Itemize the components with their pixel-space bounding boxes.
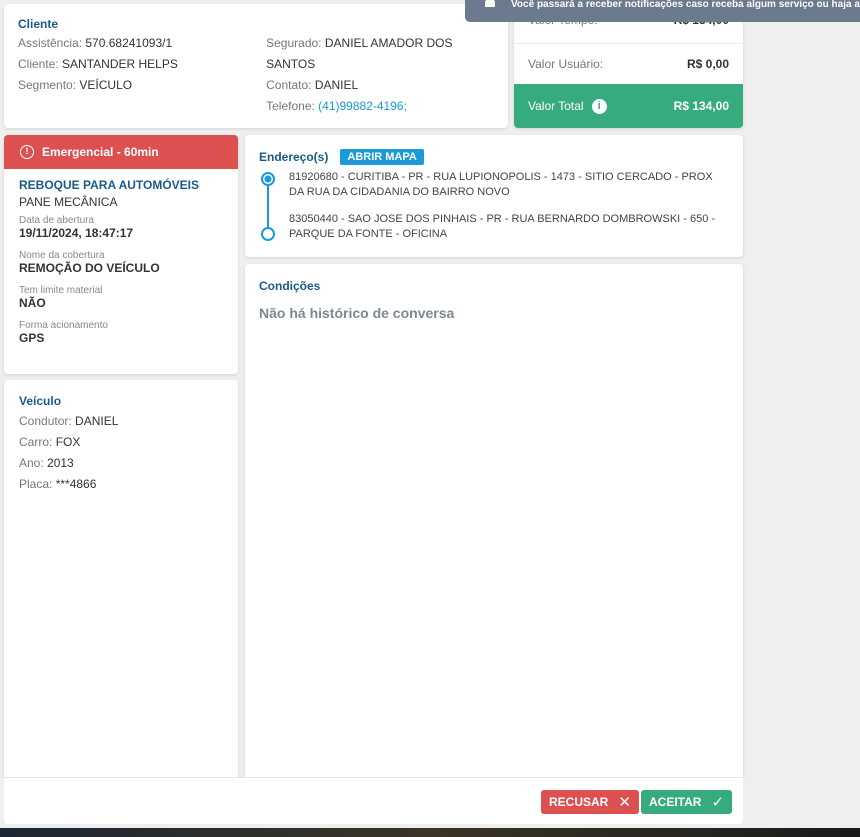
footer-bar: RECUSAR ✕ ACEITAR ✓ — [4, 777, 743, 824]
empty-message: Não há histórico de conversa — [259, 305, 455, 321]
route-line — [267, 186, 269, 228]
service-reason: PANE MECÂNICA — [19, 195, 118, 209]
conditions-card: Condições Não há histórico de conversa — [245, 264, 743, 780]
open-map-button[interactable]: ABRIR MAPA — [340, 149, 424, 165]
toast-text: Você passará a receber notificações caso… — [511, 0, 860, 10]
client-card: Cliente Assistência: 570.68241093/1 Clie… — [4, 4, 508, 128]
emergency-badge: ! Emergencial - 60min — [4, 135, 238, 169]
client-phone: Telefone: (41)99882-4196; — [266, 99, 407, 113]
address-title: Endereço(s) — [259, 150, 329, 164]
address-origin: 81920680 - CURITIBA - PR - RUA LUPIONOPO… — [289, 171, 713, 198]
info-icon[interactable]: i — [591, 98, 607, 114]
client-field: Segmento: VEÍCULO — [18, 78, 133, 92]
field-value: 19/11/2024, 18:47:17 — [19, 226, 134, 240]
vehicle-field: Carro: FOX — [19, 435, 81, 449]
bell-icon — [485, 0, 495, 7]
field-value: REMOÇÃO DO VEÍCULO — [19, 261, 160, 275]
client-field: Contato: DANIEL — [266, 78, 359, 92]
vehicle-title: Veículo — [19, 394, 62, 408]
desktop-strip — [0, 828, 860, 837]
check-icon: ✓ — [711, 794, 725, 811]
vehicle-field: Condutor: DANIEL — [19, 414, 119, 428]
notification-toast: Você passará a receber notificações caso… — [465, 0, 860, 22]
address-destination: 83050440 - SAO JOSE DOS PINHAIS - PR - R… — [289, 213, 716, 240]
service-type: REBOQUE PARA AUTOMÓVEIS — [19, 178, 200, 192]
service-card: ! Emergencial - 60min REBOQUE PARA AUTOMÓ… — [4, 135, 238, 374]
field-label: Data de abertura — [19, 215, 95, 226]
field-label: Nome da cobertura — [19, 250, 105, 261]
value-usuario: Valor Usuário: R$ 0,00 — [528, 57, 729, 71]
phone-link[interactable]: (41)99882-4196; — [318, 99, 407, 113]
value-total: Valor Total i R$ 134,00 — [514, 84, 743, 128]
field-value: NÃO — [19, 296, 46, 310]
address-card: Endereço(s) ABRIR MAPA 81920680 - CURITIB… — [245, 135, 743, 257]
field-label: Tem limite material — [19, 285, 103, 296]
accept-button[interactable]: ACEITAR ✓ — [641, 790, 733, 814]
conditions-title: Condições — [259, 279, 321, 293]
field-label: Forma acionamento — [19, 320, 108, 331]
origin-marker-icon — [261, 172, 275, 186]
refuse-button[interactable]: RECUSAR ✕ — [541, 790, 639, 814]
close-icon: ✕ — [618, 794, 631, 811]
client-field: Cliente: SANTANDER HELPS — [18, 57, 178, 71]
destination-marker-icon — [261, 227, 275, 241]
field-value: GPS — [19, 331, 45, 345]
vehicle-field: Ano: 2013 — [19, 456, 74, 470]
vehicle-card: Veículo Condutor: DANIEL Carro: FOX Ano:… — [4, 380, 238, 780]
client-field: Assistência: 570.68241093/1 — [18, 36, 173, 50]
vehicle-field: Placa: ***4866 — [19, 477, 97, 491]
client-field: Segurado: DANIEL AMADOR DOS SANTOS — [266, 36, 453, 71]
alert-icon: ! — [20, 145, 34, 159]
client-title: Cliente — [18, 17, 59, 31]
